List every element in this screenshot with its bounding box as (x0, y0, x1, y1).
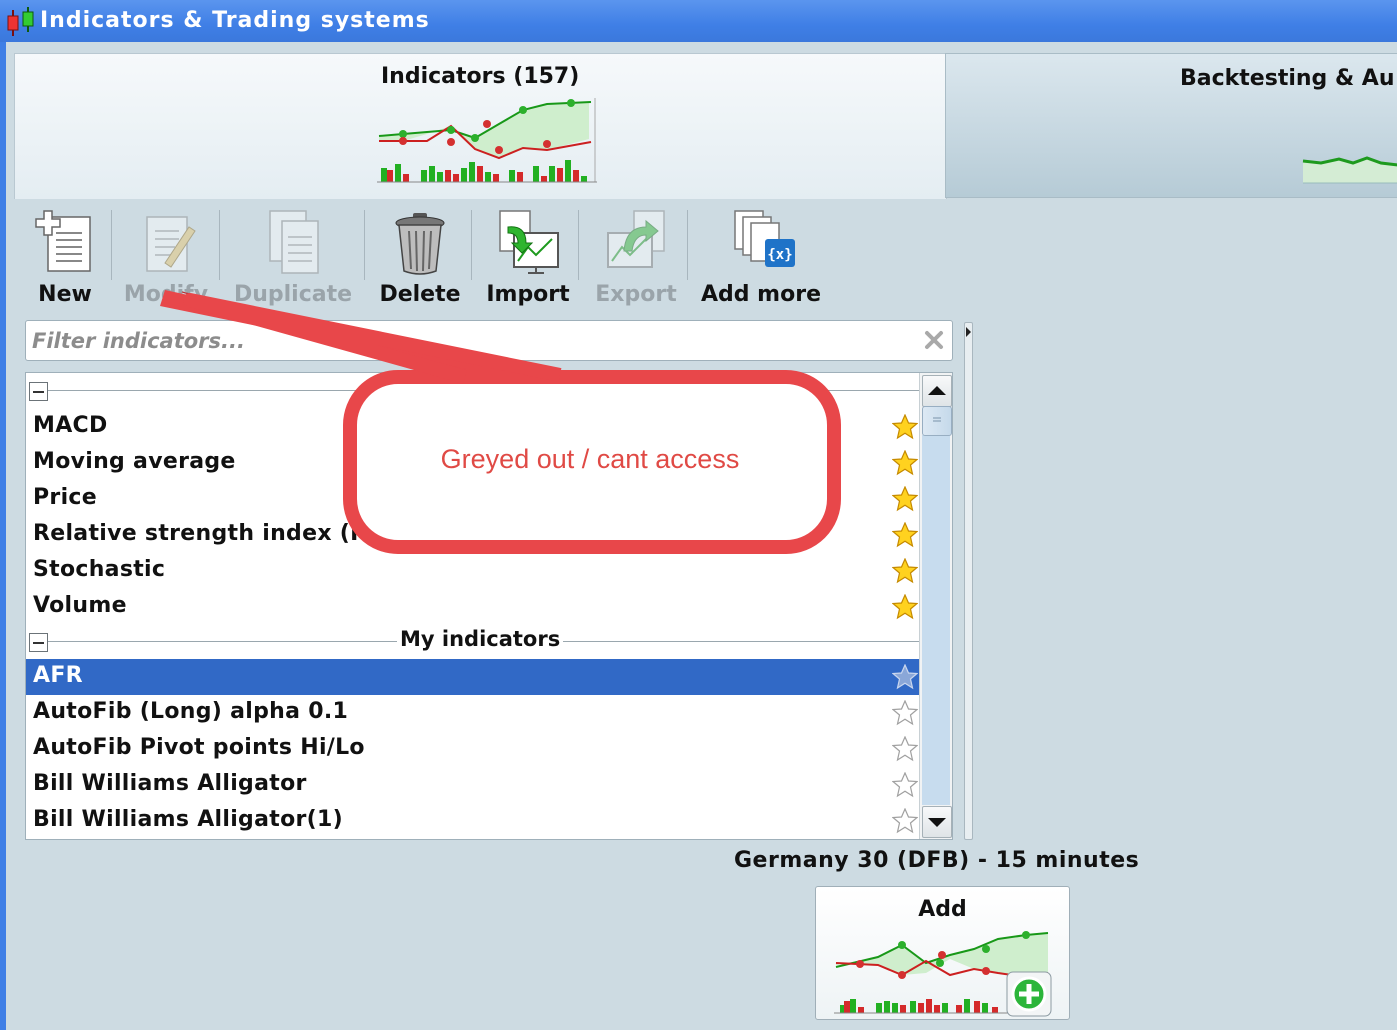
favorite-star-icon[interactable] (892, 414, 918, 440)
add-indicator-button[interactable]: Add (815, 886, 1070, 1020)
tab-indicators-label: Indicators (157) (381, 64, 580, 89)
main-content: Indicators (157) Backtesting & Au New Mo… (6, 42, 1397, 1030)
trash-can-icon (395, 213, 445, 275)
scroll-thumb[interactable] (922, 406, 952, 436)
toolbar-separator (471, 210, 472, 280)
favorite-star-icon[interactable] (892, 664, 918, 690)
market-label: Germany 30 (DFB) - 15 minutes (734, 848, 1140, 873)
star-outline-icon[interactable] (892, 700, 918, 726)
candlestick-app-icon (7, 7, 34, 36)
filter-input[interactable] (30, 325, 914, 357)
my-indicators-group-header: My indicators (26, 626, 919, 656)
favorite-star-icon[interactable] (892, 522, 918, 548)
list-item[interactable]: Stochastic (26, 553, 919, 589)
indicator-name: Relative strength index (R (33, 521, 368, 546)
collapse-icon[interactable] (29, 382, 48, 401)
list-item[interactable]: Bill Williams Alligator (26, 767, 919, 803)
grip-icon (933, 417, 941, 422)
scroll-down-button[interactable] (922, 806, 952, 838)
indicator-name: Bill Williams Alligator(1) (33, 807, 343, 832)
list-item[interactable]: Volume (26, 589, 919, 625)
group-divider (48, 390, 919, 391)
favorite-star-icon[interactable] (892, 486, 918, 512)
collapse-icon[interactable] (29, 633, 48, 652)
toolbar-separator (578, 210, 579, 280)
annotation-text: Greyed out / cant access (440, 444, 740, 474)
import-icon (499, 210, 559, 274)
indicator-chart-icon (377, 98, 597, 183)
toolbar-separator (111, 210, 112, 280)
vertical-scrollbar[interactable] (919, 373, 952, 839)
duplicate-button-label: Duplicate (233, 282, 353, 307)
new-button[interactable]: New (20, 207, 110, 307)
list-item[interactable]: AutoFib Pivot points Hi/Lo (26, 731, 919, 767)
duplicate-document-icon (269, 210, 319, 274)
duplicate-button[interactable]: Duplicate (228, 207, 358, 307)
indicator-name: Volume (33, 593, 127, 618)
indicator-name: AutoFib Pivot points Hi/Lo (33, 735, 365, 760)
delete-button[interactable]: Delete (372, 207, 468, 307)
favorite-star-icon[interactable] (892, 450, 918, 476)
indicator-name: Bill Williams Alligator (33, 771, 307, 796)
list-item[interactable]: MACD (26, 409, 919, 445)
indicator-name: Stochastic (33, 557, 166, 582)
svg-text:{x}: {x} (767, 247, 792, 263)
indicator-name: Moving average (33, 449, 236, 474)
new-button-label: New (38, 282, 92, 307)
list-item-selected[interactable]: AFR (26, 659, 919, 695)
export-icon (607, 210, 665, 268)
scroll-up-button[interactable] (922, 375, 952, 407)
favorites-group-header (26, 375, 919, 405)
backtest-chart-icon (1302, 156, 1397, 184)
delete-button-label: Delete (379, 282, 461, 307)
modify-button[interactable]: Modify (118, 207, 214, 307)
import-button-label: Import (486, 282, 570, 307)
favorite-star-icon[interactable] (892, 558, 918, 584)
tab-backtesting-label: Backtesting & Au (1180, 66, 1395, 91)
add-more-button-label: Add more (701, 282, 821, 307)
clear-icon[interactable] (922, 328, 946, 352)
window-title: Indicators & Trading systems (40, 8, 430, 33)
toolbar-separator (219, 210, 220, 280)
modify-button-label: Modify (123, 282, 209, 307)
indicator-name: AutoFib (Long) alpha 0.1 (33, 699, 349, 724)
list-item[interactable]: Bill Williams Alligator(1) (26, 803, 919, 839)
star-outline-icon[interactable] (892, 808, 918, 834)
tab-indicators[interactable]: Indicators (157) (14, 53, 947, 199)
new-document-icon (35, 210, 91, 272)
panel-splitter[interactable] (964, 322, 973, 840)
add-more-icon: {x} (734, 210, 795, 267)
splitter-arrow-icon (966, 327, 971, 337)
filter-field[interactable] (25, 320, 953, 361)
toolbar-separator (687, 210, 688, 280)
star-outline-icon[interactable] (892, 736, 918, 762)
indicator-name: AFR (33, 663, 83, 688)
list-item[interactable]: AutoFib (Long) alpha 0.1 (26, 695, 919, 731)
indicator-name: MACD (33, 413, 108, 438)
list-item[interactable]: Relative strength index (R (26, 517, 919, 553)
indicator-name: Price (33, 485, 97, 510)
export-button[interactable]: Export (588, 207, 684, 307)
add-more-button[interactable]: {x} Add more (698, 207, 824, 307)
tab-backtesting[interactable]: Backtesting & Au (945, 53, 1397, 198)
star-outline-icon[interactable] (892, 772, 918, 798)
plus-circle-icon (1006, 971, 1052, 1017)
edit-document-icon (146, 216, 196, 272)
arrow-down-icon (928, 818, 946, 827)
arrow-up-icon (928, 386, 946, 395)
my-indicators-label: My indicators (397, 627, 564, 651)
import-button[interactable]: Import (480, 207, 576, 307)
export-button-label: Export (595, 282, 677, 307)
favorite-star-icon[interactable] (892, 594, 918, 620)
window-title-bar: Indicators & Trading systems (0, 0, 1397, 43)
toolbar-separator (364, 210, 365, 280)
list-item[interactable]: Price (26, 481, 919, 517)
scroll-track[interactable] (922, 435, 950, 805)
add-button-label: Add (918, 897, 967, 922)
indicator-list: MACD Moving average Price Relative stren… (25, 372, 953, 840)
